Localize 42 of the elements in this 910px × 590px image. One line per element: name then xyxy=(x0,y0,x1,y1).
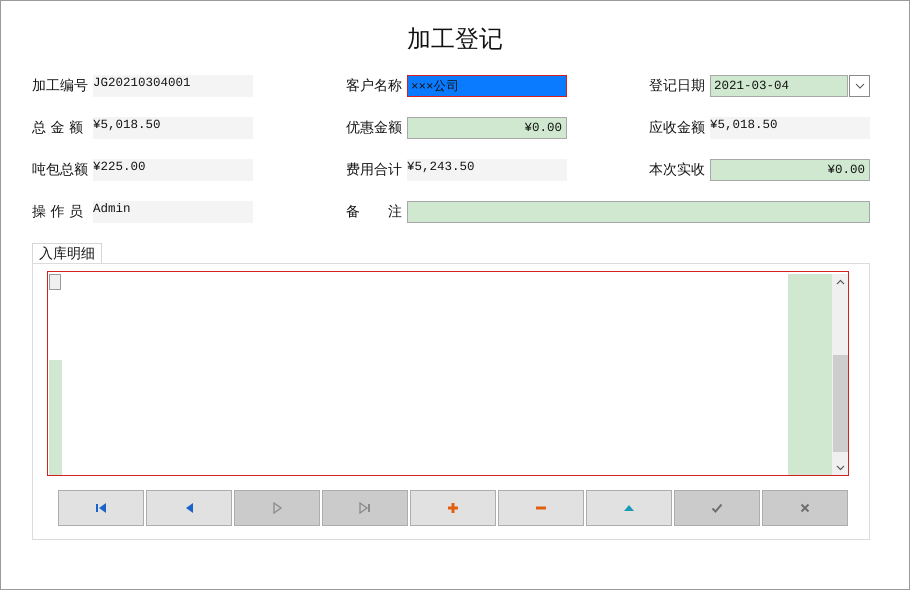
plus-icon xyxy=(447,502,459,514)
field-label: 总 金 额 xyxy=(32,119,84,137)
date-field[interactable]: 2021-03-04 xyxy=(710,75,848,97)
chevron-down-icon[interactable] xyxy=(836,465,844,471)
dropdown-button[interactable] xyxy=(849,75,870,97)
row-indicator xyxy=(49,274,61,290)
navigator-button[interactable] xyxy=(410,490,496,526)
readonly-field: Admin xyxy=(93,201,253,223)
input-field[interactable]: ¥0.00 xyxy=(407,117,567,139)
field-label: 费用合计 xyxy=(346,161,403,179)
navigator-button[interactable] xyxy=(58,490,144,526)
field-label: 客户名称 xyxy=(346,77,403,95)
next-record-icon xyxy=(271,502,283,514)
navigator-button[interactable] xyxy=(586,490,672,526)
checkmark-icon xyxy=(711,502,723,514)
input-field[interactable]: ¥0.00 xyxy=(710,159,870,181)
field-label: 应收金额 xyxy=(649,119,706,137)
readonly-field: ¥5,018.50 xyxy=(710,117,870,139)
scrollbar[interactable] xyxy=(832,274,848,475)
field-label: 优惠金额 xyxy=(346,119,403,137)
form-title: 加工登记 xyxy=(407,24,503,55)
field-label: 本次实收 xyxy=(649,161,706,179)
cross-icon xyxy=(799,502,811,514)
navigator-button[interactable] xyxy=(498,490,584,526)
navigator-button[interactable] xyxy=(146,490,232,526)
field-label: 加工编号 xyxy=(32,77,89,95)
readonly-field: ¥5,018.50 xyxy=(93,117,253,139)
readonly-field: ¥225.00 xyxy=(93,159,253,181)
tab[interactable]: 入库明细 xyxy=(32,243,102,263)
scrollbar-thumb[interactable] xyxy=(832,355,848,452)
field-label: 吨包总额 xyxy=(32,161,89,179)
field-label: 操 作 员 xyxy=(32,203,84,221)
input-field[interactable] xyxy=(407,201,870,223)
chevron-up-icon[interactable] xyxy=(836,279,844,285)
chevron-down-icon xyxy=(854,83,864,89)
readonly-field: JG20210304001 xyxy=(93,75,253,97)
first-record-icon xyxy=(95,502,107,514)
field-label: 登记日期 xyxy=(649,77,706,95)
last-record-icon xyxy=(359,502,371,514)
readonly-field: ¥5,243.50 xyxy=(407,159,567,181)
field-label: 备 注 xyxy=(346,203,403,221)
input-field[interactable]: ×××公司 xyxy=(407,75,567,97)
